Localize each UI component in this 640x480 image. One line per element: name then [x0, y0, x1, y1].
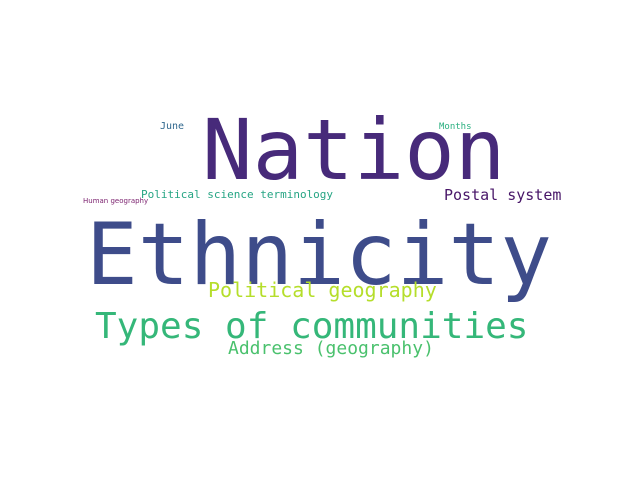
word-political-geography: Political geography: [208, 278, 437, 302]
word-human-geography: Human geography: [83, 197, 149, 205]
word-address-geography: Address (geography): [228, 338, 434, 359]
word-postal-system: Postal system: [444, 186, 562, 204]
word-months: Months: [439, 122, 472, 132]
word-nation: Nation: [202, 101, 506, 199]
word-june: June: [160, 121, 185, 132]
word-cloud: Nation Ethnicity Types of communities Po…: [0, 0, 640, 480]
word-political-science-terminology: Political science terminology: [141, 188, 334, 201]
